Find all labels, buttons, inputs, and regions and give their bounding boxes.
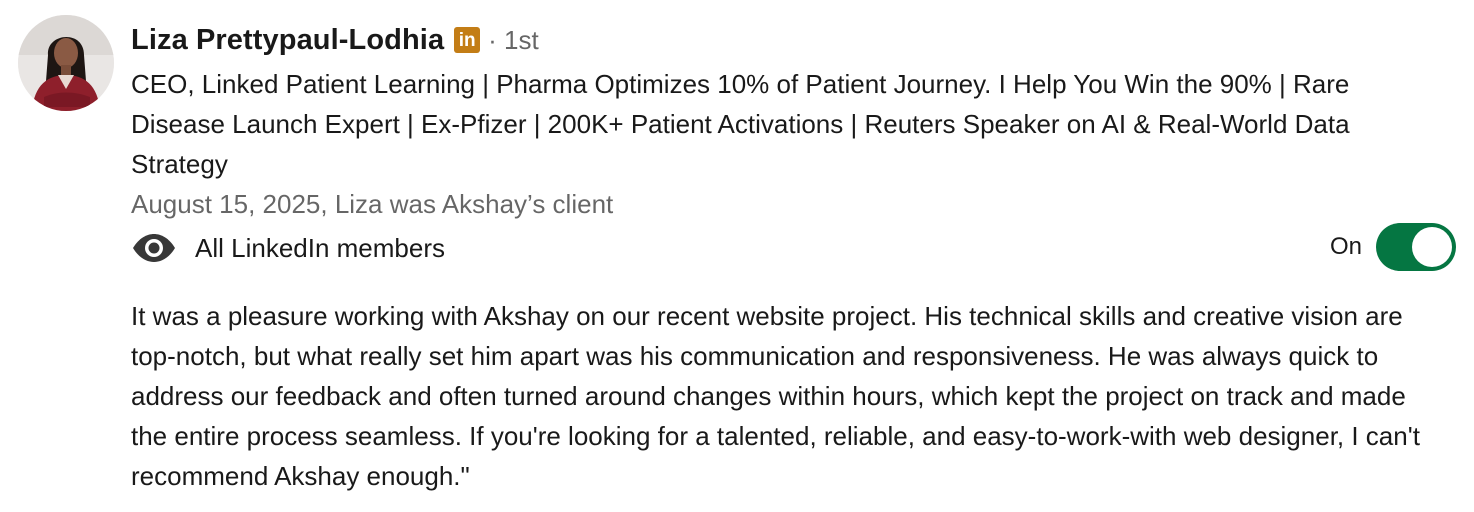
author-header: Liza Prettypaul-Lodhia in · 1st CEO, Lin…	[131, 20, 1441, 224]
recommendation-card: Liza Prettypaul-Lodhia in · 1st CEO, Lin…	[0, 0, 1474, 512]
toggle-knob	[1412, 227, 1452, 267]
name-row: Liza Prettypaul-Lodhia in · 1st	[131, 20, 1441, 60]
recommendation-text: It was a pleasure working with Akshay on…	[131, 301, 1420, 491]
show-recommendation-toggle[interactable]	[1376, 223, 1456, 271]
visibility-row: All LinkedIn members	[131, 226, 445, 270]
visibility-label[interactable]: All LinkedIn members	[195, 233, 445, 264]
recommendation-meta: August 15, 2025, Liza was Akshay’s clien…	[131, 189, 614, 219]
visibility-toggle-wrap: On	[1330, 223, 1456, 271]
toggle-state-label: On	[1329, 233, 1362, 260]
author-name[interactable]: Liza Prettypaul-Lodhia	[131, 24, 444, 57]
linkedin-icon-text: in	[458, 29, 476, 51]
author-headline: CEO, Linked Patient Learning | Pharma Op…	[131, 69, 1350, 179]
linkedin-icon: in	[454, 27, 481, 53]
avatar[interactable]	[18, 15, 114, 111]
eye-icon	[131, 233, 177, 263]
avatar-image	[18, 15, 114, 111]
connection-degree: · 1st	[488, 24, 539, 55]
